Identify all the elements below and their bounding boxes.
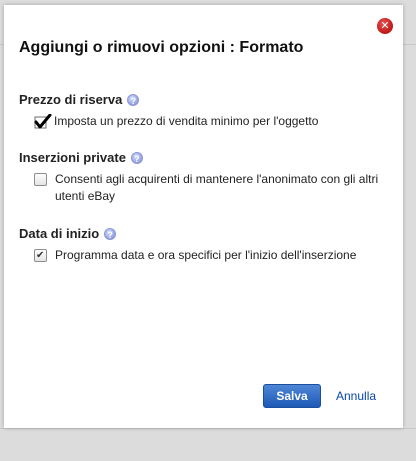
close-icon[interactable]: ✕ — [377, 18, 393, 34]
checkmark-icon — [34, 113, 52, 129]
option-label: Imposta un prezzo di vendita minimo per … — [54, 114, 319, 128]
option-row: Consenti agli acquirenti di mantenere l'… — [19, 171, 389, 205]
private-listing-checkbox[interactable] — [34, 173, 47, 186]
dialog-title: Aggiungi o rimuovi opzioni : Formato — [19, 39, 304, 56]
option-row: Imposta un prezzo di vendita minimo per … — [19, 113, 389, 130]
help-icon[interactable]: ? — [130, 152, 143, 164]
option-label: Consenti agli acquirenti di mantenere l'… — [55, 172, 379, 203]
help-icon[interactable]: ? — [104, 228, 117, 240]
section-private-listings: Inserzioni private ? Consenti agli acqui… — [19, 150, 389, 205]
backdrop-divider — [0, 428, 416, 429]
section-heading-label: Data di inizio — [19, 226, 100, 241]
section-heading-label: Prezzo di riserva — [19, 92, 123, 107]
section-heading: Prezzo di riserva ? — [19, 92, 389, 108]
reserve-price-checkbox[interactable] — [34, 113, 52, 129]
option-label: Programma data e ora specifici per l'ini… — [55, 248, 357, 262]
section-reserve-price: Prezzo di riserva ? Imposta un prezzo di… — [19, 92, 389, 130]
cancel-link[interactable]: Annulla — [336, 389, 376, 403]
section-heading-label: Inserzioni private — [19, 150, 126, 165]
start-date-checkbox[interactable] — [34, 247, 47, 264]
section-start-date: Data di inizio ? Programma data e ora sp… — [19, 226, 389, 264]
section-heading: Inserzioni private ? — [19, 150, 389, 166]
option-row: Programma data e ora specifici per l'ini… — [19, 247, 389, 264]
help-icon[interactable]: ? — [127, 94, 140, 106]
save-button[interactable]: Salva — [263, 384, 321, 408]
section-heading: Data di inizio ? — [19, 226, 389, 242]
options-dialog: ✕ Aggiungi o rimuovi opzioni : Formato P… — [4, 5, 403, 428]
